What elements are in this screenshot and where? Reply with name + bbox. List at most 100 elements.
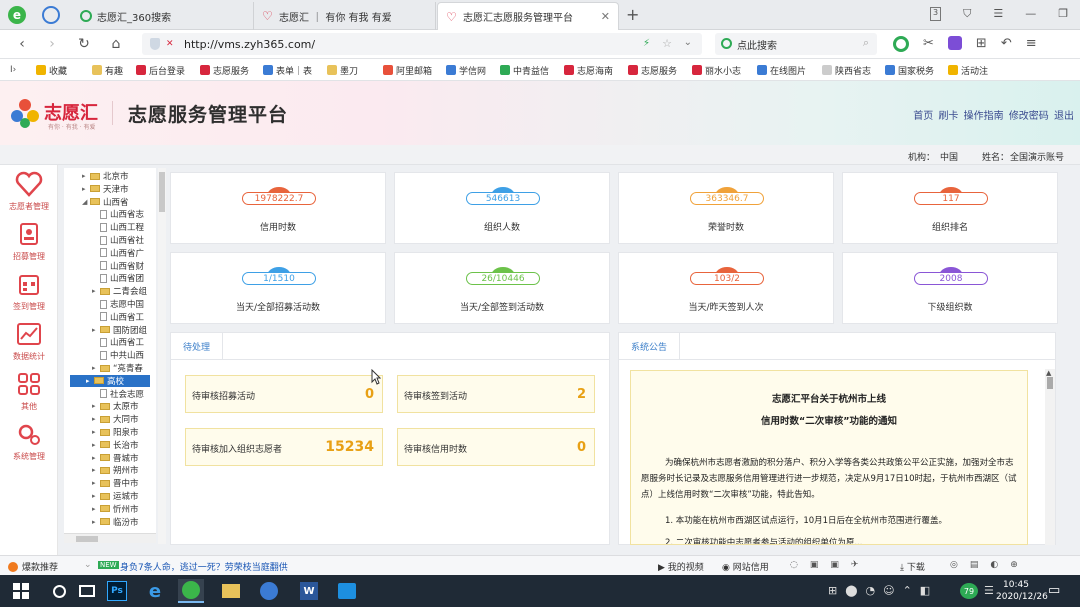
clock[interactable]: 10:45 2020/12/26 <box>996 579 1048 603</box>
windows-start-icon[interactable] <box>8 579 34 603</box>
url-input[interactable]: ✕ http://vms.zyh365.com/ ⚡ ☆ ⌄ <box>142 33 702 55</box>
tree-node[interactable]: 山西省团 <box>92 272 144 284</box>
bookmark-item[interactable]: 陕西省志 <box>822 63 878 77</box>
browser-360-icon[interactable] <box>178 579 204 603</box>
history-icon[interactable] <box>42 6 60 24</box>
link-guide[interactable]: 操作指南 <box>964 111 1004 122</box>
tree-node[interactable]: 山西省志 <box>92 208 144 220</box>
tree-node[interactable]: ▸ 朔州市 <box>92 464 139 476</box>
menu-icon[interactable]: ☰ <box>993 7 1003 21</box>
expand-icon[interactable]: ▸ <box>92 505 100 513</box>
nav-other[interactable]: 其他 <box>0 367 58 417</box>
stat-card[interactable]: 26/10446 当天/全部签到活动数 <box>394 252 610 324</box>
tree-node[interactable]: 中共山西 <box>92 349 144 361</box>
bookmark-item[interactable]: 丽水小志 <box>692 63 748 77</box>
tab-zyh-platform[interactable]: ♡ 志愿汇志愿服务管理平台 ✕ <box>437 2 619 30</box>
more-icon[interactable]: ≡ <box>1026 36 1037 52</box>
stat-card[interactable]: 103/2 当天/昨天签到人次 <box>618 252 834 324</box>
grid-icon[interactable]: ⊞ <box>976 36 987 52</box>
tab-zyh-home[interactable]: ♡ 志愿汇 ｜ 有你 有我 有爱 <box>254 2 436 30</box>
expand-icon[interactable]: ▸ <box>82 172 90 180</box>
bookmark-item[interactable]: 中青益信 <box>500 63 554 77</box>
nav-statistics[interactable]: 数据统计 <box>0 317 58 367</box>
tree-node[interactable]: 志愿中国 <box>92 298 144 310</box>
tree-node[interactable]: ▸ 国防团组 <box>92 324 147 336</box>
tree-node[interactable]: 社会志愿 <box>92 388 144 400</box>
expand-icon[interactable]: ▸ <box>92 479 100 487</box>
task-view-icon[interactable] <box>74 579 100 603</box>
tree-horizontal-scrollbar[interactable] <box>64 533 156 543</box>
browser-logo-icon[interactable]: e <box>8 6 26 24</box>
link-card[interactable]: 刷卡 <box>938 111 958 122</box>
close-tab-icon[interactable]: ✕ <box>601 10 610 23</box>
tab-count-icon[interactable]: 3 <box>930 7 942 21</box>
refresh-icon[interactable]: ↻ <box>74 34 94 54</box>
bookmark-item[interactable]: 学信网 <box>446 63 494 77</box>
tree-node[interactable]: ▸ 大同市 <box>92 413 139 425</box>
tree-node[interactable]: ▸ 高校 <box>70 374 150 387</box>
pending-join[interactable]: 待审核加入组织志愿者 15234 <box>185 428 383 466</box>
shirt-icon[interactable]: ⛉ <box>963 7 971 21</box>
ext-green-icon[interactable] <box>893 36 909 52</box>
stat-card[interactable]: 1/1510 当天/全部招募活动数 <box>170 252 386 324</box>
home-icon[interactable]: ⌂ <box>106 34 126 54</box>
speed-icon[interactable]: ⚡ <box>643 38 650 49</box>
app-icon[interactable] <box>256 579 282 603</box>
tree-node[interactable]: ▸ 阳泉市 <box>92 426 139 438</box>
scroll-thumb[interactable] <box>1047 377 1053 389</box>
expand-icon[interactable]: ▸ <box>92 518 100 526</box>
tree-node[interactable]: ▸ 晋中市 <box>92 477 139 489</box>
forward-icon[interactable]: › <box>42 34 62 54</box>
maximize-icon[interactable]: ❐ <box>1058 7 1068 21</box>
file-explorer-icon[interactable] <box>218 579 244 603</box>
expand-icon[interactable]: ▸ <box>92 287 100 295</box>
app2-icon[interactable] <box>334 579 360 603</box>
tree-node[interactable]: ▸ 北京市 <box>82 170 129 182</box>
hot-recommend[interactable]: 爆款推荐 <box>8 560 58 573</box>
stat-card[interactable]: 117 组织排名 <box>842 172 1058 244</box>
tree-node[interactable]: 山西省工 <box>92 311 144 323</box>
tab-pending[interactable]: 待处理 <box>171 333 224 359</box>
bookmark-item[interactable]: 收藏 <box>36 63 86 77</box>
bookmark-item[interactable]: 志愿海南 <box>564 63 620 77</box>
nav-recruit[interactable]: 招募管理 <box>0 217 58 267</box>
link-home[interactable]: 首页 <box>913 111 933 122</box>
stat-card[interactable]: 546613 组织人数 <box>394 172 610 244</box>
tree-node[interactable]: 山西省工 <box>92 336 144 348</box>
word-icon[interactable]: W <box>296 579 322 603</box>
minimize-icon[interactable]: — <box>1025 7 1036 21</box>
tree-vertical-scrollbar[interactable] <box>158 168 166 544</box>
scroll-up-icon[interactable]: ▲ <box>1046 369 1051 377</box>
expand-icon[interactable]: ▸ <box>82 185 90 193</box>
tree-node[interactable]: ▸ 天津市 <box>82 183 129 195</box>
expand-icon[interactable]: ▸ <box>86 377 94 385</box>
expand-icon[interactable]: ▸ <box>92 402 100 410</box>
ext-purple-icon[interactable] <box>947 36 962 50</box>
expand-icon[interactable]: ▸ <box>92 364 100 372</box>
tree-node[interactable]: 山西工程 <box>92 221 144 233</box>
star-icon[interactable]: ☆ <box>662 37 672 50</box>
nav-signin[interactable]: 签到管理 <box>0 267 58 317</box>
photoshop-icon[interactable]: Ps <box>104 579 130 603</box>
expand-icon[interactable]: ▸ <box>92 441 100 449</box>
search-input[interactable]: 点此搜索 ⌕ <box>715 33 877 55</box>
tree-node[interactable]: ▸ 太原市 <box>92 400 139 412</box>
stat-card[interactable]: 2008 下级组织数 <box>842 252 1058 324</box>
nav-system[interactable]: 系统管理 <box>0 417 58 467</box>
scroll-thumb[interactable] <box>159 172 165 212</box>
bookmark-item[interactable]: 在线图片 <box>757 63 813 77</box>
pending-credit[interactable]: 待审核信用时数 0 <box>397 428 595 466</box>
search-icon[interactable] <box>46 579 72 603</box>
bookmark-item[interactable]: 志愿服务 <box>628 63 684 77</box>
expand-icon[interactable]: ▸ <box>92 326 100 334</box>
edge-icon[interactable]: e <box>142 579 168 603</box>
new-tab-button[interactable]: + <box>626 5 639 24</box>
bookmark-item[interactable]: 国家税务 <box>885 63 941 77</box>
tree-node[interactable]: 山西省社 <box>92 234 144 246</box>
announcement-scrollbar[interactable]: ▲ <box>1045 369 1055 545</box>
bookmark-item[interactable]: 活动注 <box>948 63 998 77</box>
scissors-icon[interactable]: ✂ <box>923 36 934 52</box>
expand-icon[interactable]: ▸ <box>92 454 100 462</box>
search-icon[interactable]: ⌕ <box>863 36 869 50</box>
bookmark-item[interactable]: 有趣 <box>92 63 132 77</box>
